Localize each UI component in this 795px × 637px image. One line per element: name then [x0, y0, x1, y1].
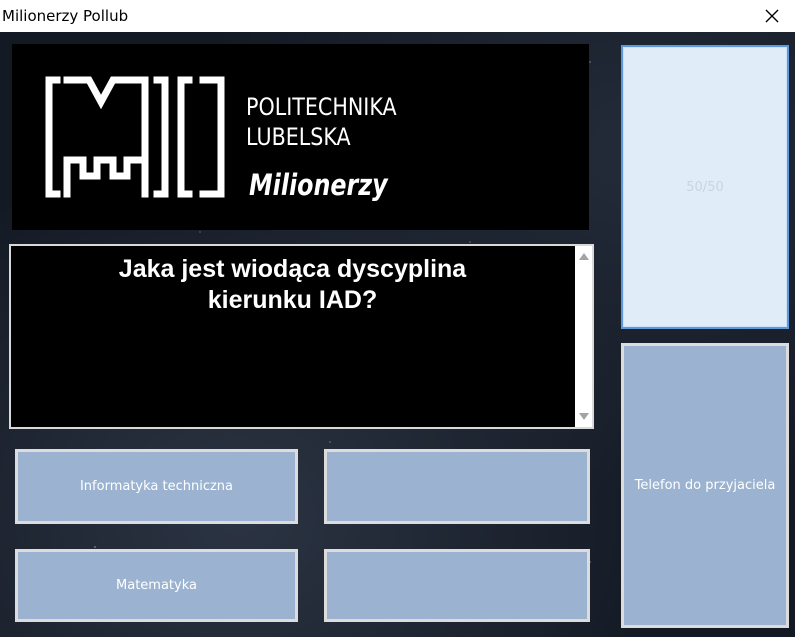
logo-panel: POLITECHNIKA LUBELSKA Milionerzy — [12, 44, 589, 230]
fifty-fifty-button[interactable]: 50/50 — [621, 45, 789, 329]
answer-a-button[interactable]: Informatyka techniczna — [15, 449, 298, 524]
politechnika-logo-mark — [45, 76, 225, 198]
game-name: Milionerzy — [249, 168, 388, 202]
window-title: Milionerzy Pollub — [2, 7, 129, 25]
question-line-1: Jaka jest wiodąca dyscyplina — [118, 255, 467, 283]
game-area: POLITECHNIKA LUBELSKA Milionerzy Jaka je… — [0, 32, 795, 637]
question-line-2: kierunku IAD? — [207, 286, 378, 314]
close-icon — [765, 9, 779, 23]
scroll-down-arrow-icon[interactable] — [579, 413, 589, 420]
university-line-2: LUBELSKA — [246, 123, 351, 151]
answer-b-button[interactable] — [324, 449, 590, 524]
university-line-1: POLITECHNIKA — [246, 93, 397, 121]
question-text: Jaka jest wiodąca dyscyplina kierunku IA… — [11, 254, 574, 316]
window-titlebar: Milionerzy Pollub — [0, 0, 795, 32]
answer-d-button[interactable] — [324, 549, 590, 622]
close-button[interactable] — [749, 0, 795, 32]
university-name: POLITECHNIKA LUBELSKA — [246, 92, 397, 152]
vertical-scrollbar[interactable] — [575, 246, 592, 427]
answer-c-button[interactable]: Matematyka — [15, 549, 298, 622]
scroll-up-arrow-icon[interactable] — [579, 253, 589, 260]
question-textbox[interactable]: Jaka jest wiodąca dyscyplina kierunku IA… — [9, 244, 594, 429]
phone-a-friend-button[interactable]: Telefon do przyjaciela — [621, 343, 789, 628]
